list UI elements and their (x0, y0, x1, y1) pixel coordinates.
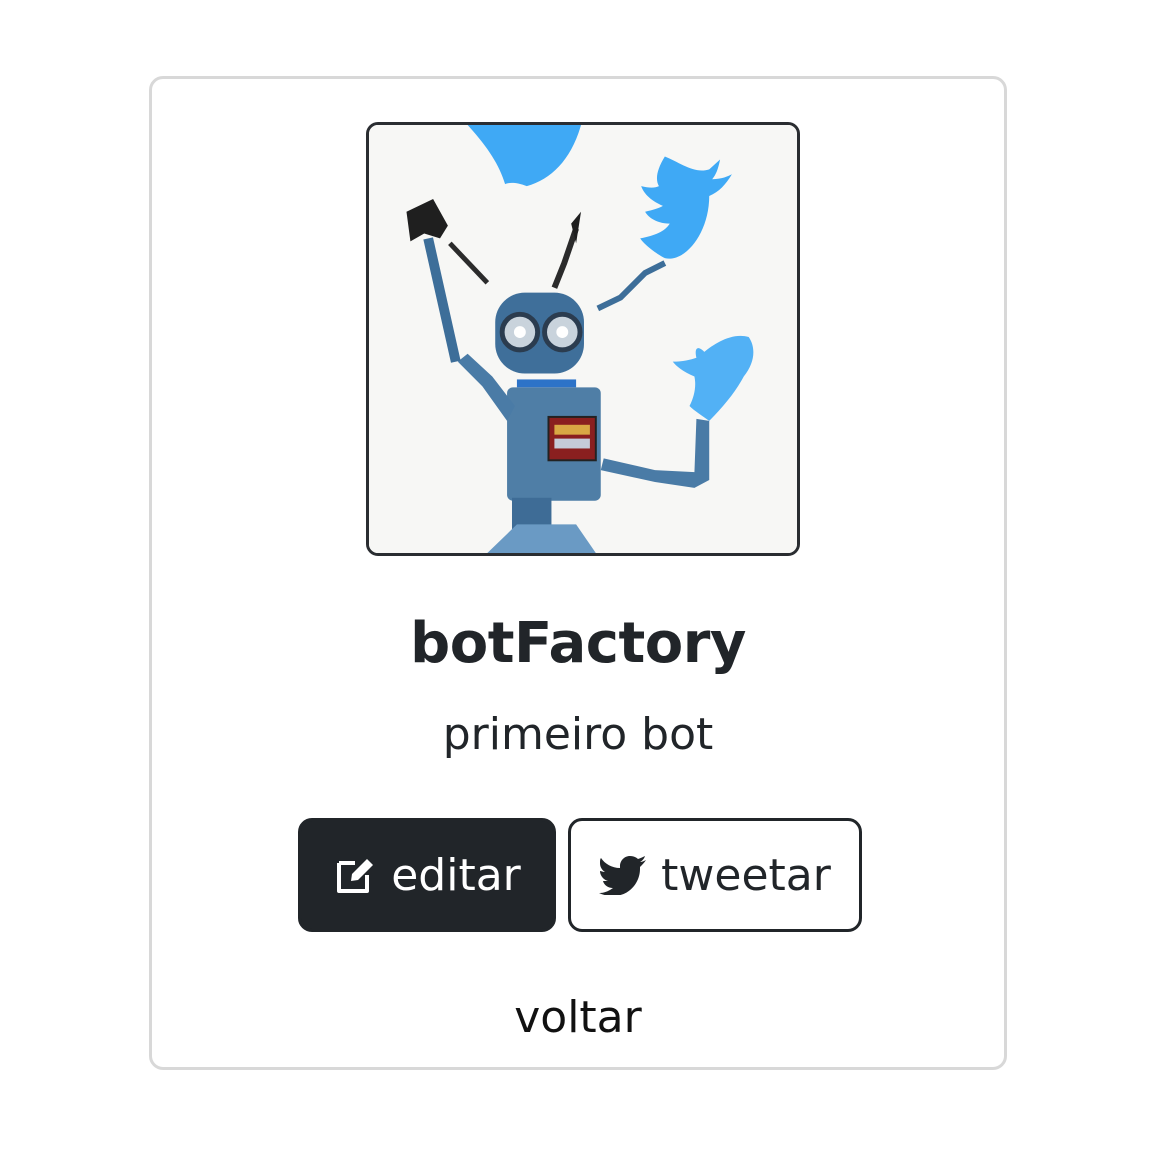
edit-button-label: editar (391, 849, 521, 901)
bot-name: botFactory (410, 611, 746, 676)
edit-pencil-icon (333, 853, 377, 897)
tweet-button-label: tweetar (661, 849, 831, 901)
back-link[interactable]: voltar (152, 990, 1004, 1046)
twitter-bird-icon (599, 855, 647, 895)
bot-card: botFactory primeiro bot editar tweetar v… (149, 76, 1007, 1070)
bot-description: primeiro bot (442, 709, 714, 760)
tweet-button[interactable]: tweetar (568, 818, 862, 932)
edit-button[interactable]: editar (298, 818, 556, 932)
bot-avatar-image (366, 122, 800, 556)
